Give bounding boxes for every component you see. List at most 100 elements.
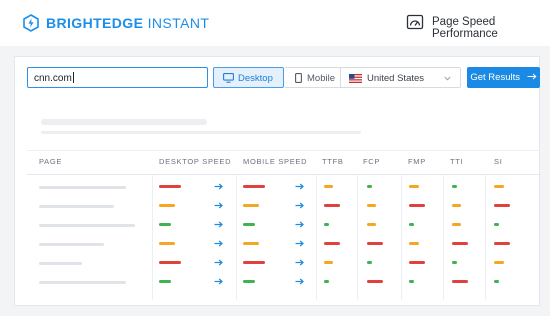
desktop-speed-indicator bbox=[159, 223, 171, 226]
column-header-ttfb[interactable]: TTFB bbox=[322, 157, 344, 169]
arrow-right-icon bbox=[295, 202, 304, 209]
si-indicator bbox=[494, 280, 499, 283]
loading-placeholder-title bbox=[41, 119, 207, 125]
fcp-indicator bbox=[367, 280, 383, 283]
brightedge-logo-icon bbox=[23, 14, 39, 32]
fmp-indicator bbox=[409, 204, 425, 207]
device-toggle-mobile[interactable]: Mobile bbox=[284, 67, 344, 88]
mobile-speed-indicator bbox=[243, 185, 265, 188]
us-flag-icon bbox=[349, 74, 362, 83]
arrow-right-icon bbox=[214, 202, 223, 209]
ttfb-indicator bbox=[324, 185, 333, 188]
page-url-placeholder[interactable] bbox=[39, 281, 126, 284]
device-toggle-mobile-label: Mobile bbox=[307, 73, 335, 84]
fcp-indicator bbox=[367, 185, 372, 188]
table-header-top-border bbox=[27, 150, 541, 151]
page-url-placeholder[interactable] bbox=[39, 243, 104, 246]
arrow-right-icon bbox=[295, 240, 304, 247]
brand-name-light: INSTANT bbox=[143, 15, 210, 31]
fmp-indicator bbox=[409, 261, 425, 264]
column-header-fcp[interactable]: FCP bbox=[363, 157, 380, 169]
arrow-right-icon bbox=[295, 278, 304, 285]
arrow-right-icon bbox=[214, 240, 223, 247]
column-divider bbox=[357, 174, 358, 300]
fcp-indicator bbox=[367, 223, 376, 226]
page-url-placeholder[interactable] bbox=[39, 224, 135, 227]
tti-indicator bbox=[452, 261, 457, 264]
desktop-speed-indicator bbox=[159, 242, 175, 245]
arrow-right-icon bbox=[295, 221, 304, 228]
fmp-indicator bbox=[409, 223, 414, 226]
arrow-right-icon bbox=[527, 73, 537, 80]
si-indicator bbox=[494, 185, 504, 188]
column-header-desktop-speed[interactable]: DESKTOP SPEED bbox=[159, 157, 231, 169]
arrow-right-icon bbox=[295, 259, 304, 266]
page-url-placeholder[interactable] bbox=[39, 205, 114, 208]
top-bar: BRIGHTEDGE INSTANT Page Speed Performanc… bbox=[0, 0, 550, 46]
ttfb-indicator bbox=[324, 280, 329, 283]
arrow-right-icon bbox=[214, 259, 223, 266]
arrow-right-icon bbox=[214, 278, 223, 285]
ttfb-indicator bbox=[324, 242, 340, 245]
desktop-speed-indicator bbox=[159, 185, 181, 188]
column-header-si[interactable]: SI bbox=[494, 157, 503, 169]
mobile-speed-indicator bbox=[243, 204, 259, 207]
column-divider bbox=[316, 174, 317, 300]
mobile-speed-indicator bbox=[243, 261, 265, 264]
country-select-value: United States bbox=[367, 73, 425, 84]
fmp-indicator bbox=[409, 280, 414, 283]
fcp-indicator bbox=[367, 204, 376, 207]
results-panel: cnn.com Desktop Mobile United States Get… bbox=[14, 56, 541, 306]
column-header-tti[interactable]: TTI bbox=[450, 157, 463, 169]
desktop-speed-indicator bbox=[159, 261, 181, 264]
get-results-label: Get Results bbox=[470, 72, 520, 83]
column-header-page[interactable]: PAGE bbox=[39, 157, 62, 169]
ttfb-indicator bbox=[324, 204, 340, 207]
tti-indicator bbox=[452, 242, 468, 245]
brand-name-bold: BRIGHTEDGE bbox=[46, 15, 144, 31]
fcp-indicator bbox=[367, 261, 372, 264]
column-divider bbox=[485, 174, 486, 300]
si-indicator bbox=[494, 261, 504, 264]
tti-indicator bbox=[452, 204, 461, 207]
url-input[interactable]: cnn.com bbox=[27, 67, 208, 88]
desktop-speed-indicator bbox=[159, 204, 175, 207]
mobile-speed-indicator bbox=[243, 280, 255, 283]
column-divider bbox=[401, 174, 402, 300]
device-toggle-desktop[interactable]: Desktop bbox=[213, 67, 284, 88]
column-header-fmp[interactable]: FMP bbox=[408, 157, 426, 169]
column-divider bbox=[152, 174, 153, 300]
tti-indicator bbox=[452, 280, 468, 283]
page-url-placeholder[interactable] bbox=[39, 262, 82, 265]
mobile-speed-indicator bbox=[243, 223, 255, 226]
page-speed-performance-label: Page Speed Performance bbox=[432, 16, 498, 40]
column-divider bbox=[443, 174, 444, 300]
country-select[interactable]: United States bbox=[340, 67, 461, 88]
fmp-indicator bbox=[409, 185, 419, 188]
device-toggle-desktop-label: Desktop bbox=[238, 73, 273, 84]
page-url-placeholder[interactable] bbox=[39, 186, 126, 189]
arrow-right-icon bbox=[214, 221, 223, 228]
tti-indicator bbox=[452, 223, 461, 226]
column-divider bbox=[236, 174, 237, 300]
url-input-value: cnn.com bbox=[34, 73, 72, 84]
arrow-right-icon bbox=[214, 183, 223, 190]
column-header-mobile-speed[interactable]: MOBILE SPEED bbox=[243, 157, 307, 169]
loading-placeholder-subtitle bbox=[41, 131, 361, 134]
arrow-right-icon bbox=[295, 183, 304, 190]
tti-indicator bbox=[452, 185, 457, 188]
si-indicator bbox=[494, 204, 510, 207]
desktop-icon bbox=[223, 73, 234, 83]
fcp-indicator bbox=[367, 242, 383, 245]
text-caret bbox=[72, 72, 74, 83]
get-results-button[interactable]: Get Results bbox=[467, 67, 540, 88]
brand-name[interactable]: BRIGHTEDGE INSTANT bbox=[46, 15, 209, 31]
table-header-bottom-border bbox=[27, 174, 541, 175]
desktop-speed-indicator bbox=[159, 280, 171, 283]
fmp-indicator bbox=[409, 242, 419, 245]
si-indicator bbox=[494, 242, 510, 245]
chevron-down-icon bbox=[444, 76, 451, 81]
mobile-phone-icon bbox=[295, 73, 302, 83]
si-indicator bbox=[494, 223, 499, 226]
ttfb-indicator bbox=[324, 223, 329, 226]
